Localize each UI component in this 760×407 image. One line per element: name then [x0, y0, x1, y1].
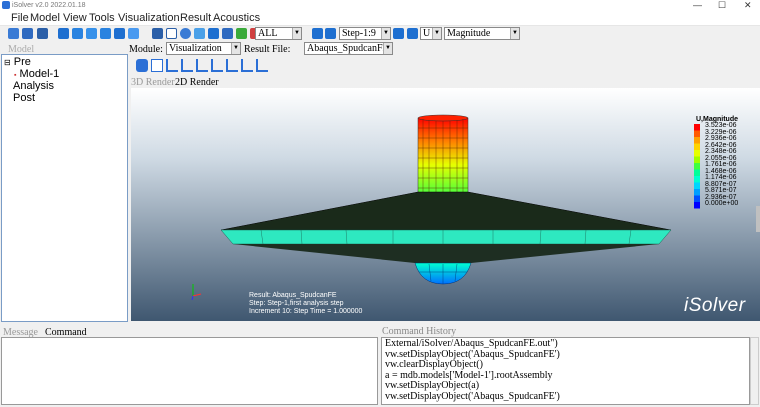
- model-tree: ⊟ Pre ▪ Model-1 Analysis Post: [1, 54, 128, 322]
- render-mode-icon[interactable]: [166, 28, 177, 39]
- legend-swatch: [694, 202, 700, 209]
- command-history-label: Command History: [382, 326, 457, 337]
- menu-model[interactable]: Model: [30, 11, 60, 26]
- info-step: Step: Step-1,first analysis step: [249, 300, 344, 307]
- title-bar: iSolver v2.0 2022.01.18 — ☐ ✕: [0, 0, 760, 11]
- rotate-view-icon[interactable]: [151, 59, 163, 72]
- legend-swatch: [694, 195, 700, 202]
- result-file-label: Result File:: [244, 44, 291, 55]
- render-viewport[interactable]: U,Magnitude 3.523e-06 3.229e-06 2.936e-06 2…: [131, 88, 760, 321]
- info-result: Result: Abaqus_SpudcanFE: [249, 292, 337, 299]
- axis-zx-icon[interactable]: [211, 59, 223, 72]
- cube-top-icon[interactable]: [86, 28, 97, 39]
- cube-back-icon[interactable]: [114, 28, 125, 39]
- menu-visualization[interactable]: Visualization: [118, 11, 180, 26]
- list-icon[interactable]: [152, 28, 163, 39]
- tree-item-post[interactable]: Post: [13, 92, 35, 105]
- isolver-brand-logo: iSolver: [684, 295, 746, 316]
- mountain-icon[interactable]: [236, 28, 247, 39]
- menu-tools[interactable]: Tools: [89, 11, 115, 26]
- viewport-scrollbar[interactable]: [756, 206, 760, 232]
- save-icon[interactable]: [37, 28, 48, 39]
- filter-select[interactable]: ALL ▼: [255, 27, 302, 40]
- step-forward-icon[interactable]: [407, 28, 418, 39]
- legend-color-bar: [694, 124, 700, 209]
- menu-acoustics[interactable]: Acoustics: [213, 11, 260, 26]
- main-toolbar: ALL ▼ Step-1:9 ▼ U ▼ Magnitude ▼: [0, 26, 760, 41]
- step-back-icon[interactable]: [393, 28, 404, 39]
- menu-result[interactable]: Result: [180, 11, 211, 26]
- legend-swatch: [694, 176, 700, 183]
- legend-tick-label: 0.000e+00: [705, 200, 739, 207]
- legend-swatch: [694, 163, 700, 170]
- command-input-area[interactable]: [1, 337, 378, 405]
- menu-file[interactable]: File: [11, 11, 29, 26]
- menu-bar: File Model View Tools Visualization Resu…: [0, 11, 760, 26]
- cube-side-icon[interactable]: [100, 28, 111, 39]
- history-line: vw.setDisplayObject('Abaqus_SpudcanFE'): [385, 390, 560, 402]
- window-title: iSolver v2.0 2022.01.18: [12, 2, 86, 9]
- first-step-icon[interactable]: [312, 28, 323, 39]
- axis-yz-icon[interactable]: [181, 59, 193, 72]
- spudcan-model-render: [191, 114, 700, 301]
- variable-select[interactable]: U ▼: [420, 27, 442, 40]
- cube-iso-icon[interactable]: [128, 28, 139, 39]
- module-select[interactable]: Visualization ▼: [166, 42, 241, 55]
- axis-yx-icon[interactable]: [241, 59, 253, 72]
- legend-swatch: [694, 182, 700, 189]
- legend-swatch: [694, 150, 700, 157]
- cube-front-icon[interactable]: [72, 28, 83, 39]
- legend-swatch: [694, 130, 700, 137]
- legend-swatch: [694, 156, 700, 163]
- open-folder-icon[interactable]: [22, 28, 33, 39]
- command-history-list: External/iSolver/Abaqus_SpudcanFE.out") …: [381, 337, 750, 405]
- minimize-icon[interactable]: —: [693, 0, 702, 11]
- result-file-select[interactable]: Abaqus_SpudcanFE ▼: [304, 42, 393, 55]
- new-file-icon[interactable]: [8, 28, 19, 39]
- shade-icon[interactable]: [194, 28, 205, 39]
- result-info: Result: Abaqus_SpudcanFE Step: Step-1,fi…: [249, 292, 362, 316]
- close-icon[interactable]: ✕: [744, 0, 752, 11]
- legend-swatch: [694, 137, 700, 144]
- axis-iso-icon[interactable]: [256, 59, 268, 72]
- info-increment: Increment 10: Step Time = 1.000000: [249, 308, 363, 315]
- step-select[interactable]: Step-1:9 ▼: [339, 27, 391, 40]
- module-label: Module:: [129, 44, 163, 55]
- axis-zy-icon[interactable]: [226, 59, 238, 72]
- cut-icon[interactable]: [222, 28, 233, 39]
- sphere-icon[interactable]: [180, 28, 191, 39]
- history-line: External/iSolver/Abaqus_SpudcanFE.out"): [385, 338, 558, 349]
- menu-view[interactable]: View: [63, 11, 87, 26]
- camera-icon[interactable]: [208, 28, 219, 39]
- component-select[interactable]: Magnitude ▼: [444, 27, 520, 40]
- legend-swatch: [694, 189, 700, 196]
- history-scrollbar[interactable]: [750, 337, 759, 405]
- axis-xz-icon[interactable]: [196, 59, 208, 72]
- legend-swatch: [694, 124, 700, 131]
- legend-swatch: [694, 169, 700, 176]
- pan-hand-icon[interactable]: [136, 59, 148, 72]
- prev-frame-icon[interactable]: [325, 28, 336, 39]
- axis-xy-icon[interactable]: [166, 59, 178, 72]
- history-line: vw.setDisplayObject(a): [385, 380, 480, 391]
- cube-icon[interactable]: [58, 28, 69, 39]
- app-icon: [2, 1, 10, 9]
- maximize-icon[interactable]: ☐: [718, 0, 726, 11]
- history-line: vw.clearDisplayObject(): [385, 359, 483, 370]
- legend-swatch: [694, 143, 700, 150]
